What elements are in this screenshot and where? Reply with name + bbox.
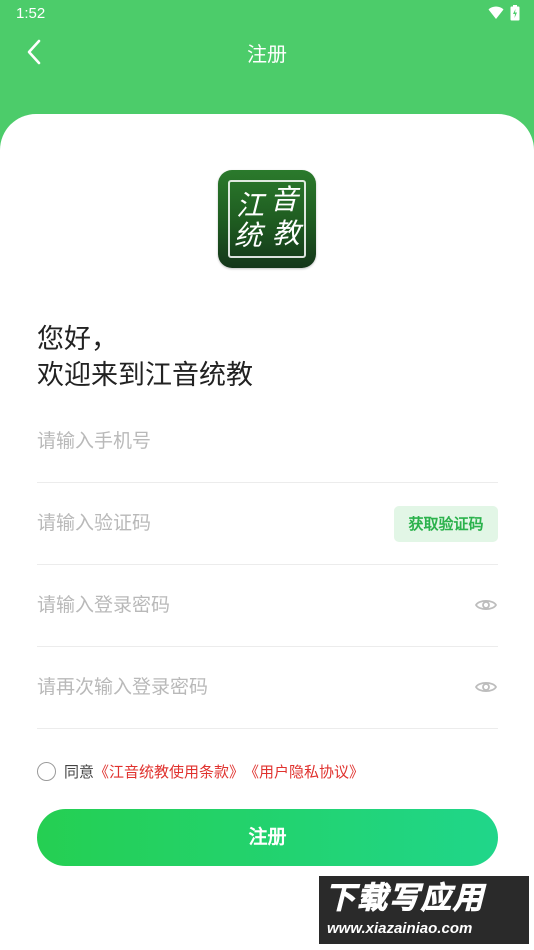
app-logo: 江 音 统 教 <box>218 170 316 268</box>
greeting-line-1: 您好， <box>37 324 118 355</box>
agree-radio[interactable] <box>37 761 56 781</box>
logo-char: 音 <box>270 183 299 216</box>
confirm-password-input[interactable] <box>37 646 397 728</box>
agree-prefix: 同意 <box>64 762 95 781</box>
terms-link[interactable]: 《江音统教使用条款》 <box>94 761 244 782</box>
wifi-icon <box>488 6 504 19</box>
greeting-line-2: 欢迎来到江音统教 <box>37 360 253 391</box>
privacy-link[interactable]: 《用户隐私协议》 <box>244 761 364 782</box>
code-field: 获取验证码 <box>37 482 498 565</box>
watermark: 下载写应用 www.xiazainiao.com <box>319 876 529 944</box>
agreement-row: 同意 《江音统教使用条款》 《用户隐私协议》 <box>37 760 364 782</box>
eye-icon[interactable] <box>474 593 498 617</box>
watermark-title: 下载写应用 <box>325 881 485 916</box>
password-field <box>37 564 498 647</box>
verification-code-input[interactable] <box>37 482 397 564</box>
battery-icon <box>510 5 520 21</box>
eye-icon[interactable] <box>474 675 498 699</box>
logo-char: 统 <box>234 219 263 252</box>
logo-char: 江 <box>236 189 265 222</box>
confirm-password-field <box>37 646 498 729</box>
logo-char: 教 <box>272 217 301 250</box>
page-title: 注册 <box>247 42 287 66</box>
phone-input[interactable] <box>37 400 397 482</box>
status-bar: 1:52 <box>0 0 534 28</box>
password-input[interactable] <box>37 564 397 646</box>
app-bar: 注册 <box>0 28 534 76</box>
status-icons <box>488 5 520 21</box>
status-time: 1:52 <box>16 5 46 22</box>
watermark-url: www.xiazainiao.com <box>327 920 473 937</box>
register-button[interactable]: 注册 <box>37 809 498 866</box>
greeting: 您好， 欢迎来到江音统教 <box>37 322 253 394</box>
get-code-button[interactable]: 获取验证码 <box>394 506 498 542</box>
phone-field <box>37 400 498 483</box>
